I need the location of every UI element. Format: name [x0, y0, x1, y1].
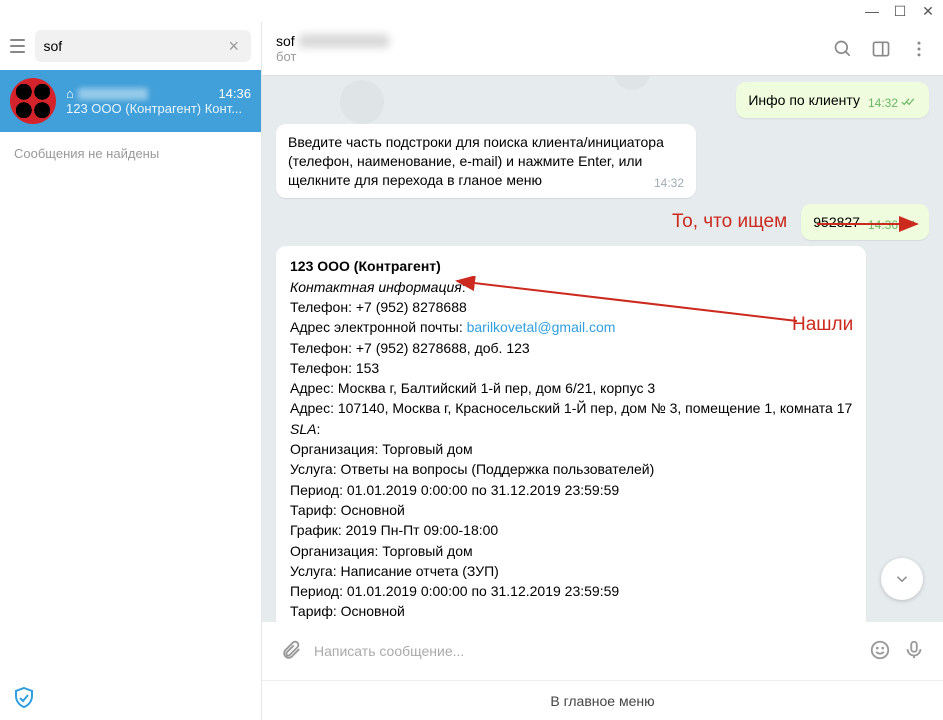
maximize-button[interactable]: ☐ — [893, 4, 907, 18]
read-ticks-icon — [901, 217, 917, 233]
chat-preview: 123 ООО (Контрагент) Конт... — [66, 101, 251, 116]
message-outgoing[interactable]: Инфо по клиенту 14:32 — [736, 82, 929, 118]
chat-avatar — [10, 78, 56, 124]
message-incoming[interactable]: Введите часть подстроки для поиска клиен… — [276, 124, 696, 198]
bot-icon: ⌂ — [66, 86, 74, 101]
info-card[interactable]: 123 ООО (Контрагент) Контактная информац… — [276, 246, 866, 622]
card-line: Телефон: +7 (952) 8278688, доб. 123 — [290, 338, 852, 358]
message-input[interactable] — [308, 637, 863, 665]
microphone-icon[interactable] — [897, 639, 931, 664]
card-line: Адрес: Москва г, Балтийский 1-й пер, дом… — [290, 378, 852, 398]
clear-search-icon[interactable]: × — [224, 36, 243, 57]
card-line: Период: 01.01.2019 0:00:00 по 31.12.2019… — [290, 480, 852, 500]
chat-title-prefix: sof — [276, 33, 295, 49]
chat-name-redacted — [78, 88, 148, 100]
window-titlebar: — ☐ ✕ — [0, 0, 943, 22]
attach-icon[interactable] — [274, 639, 308, 664]
main-menu-button[interactable]: В главное меню — [262, 680, 943, 720]
minimize-button[interactable]: — — [865, 4, 879, 18]
message-text: Инфо по клиенту — [748, 92, 860, 108]
card-line: Услуга: Ответы на вопросы (Поддержка пол… — [290, 459, 852, 479]
chat-list-item[interactable]: ⌂ 14:36 123 ООО (Контрагент) Конт... — [0, 70, 261, 132]
read-ticks-icon — [901, 95, 917, 111]
search-input[interactable] — [43, 38, 224, 54]
chevron-down-icon — [893, 570, 911, 588]
chat-title-redacted — [299, 34, 389, 48]
card-line: Тариф: Основной — [290, 601, 852, 621]
security-shield-icon — [12, 686, 36, 710]
chat-header: sof бот — [262, 22, 943, 76]
card-line: Услуга: Написание отчета (ЗУП) — [290, 561, 852, 581]
close-button[interactable]: ✕ — [921, 4, 935, 18]
sidebar-empty-text: Сообщения не найдены — [0, 132, 261, 175]
card-line: Организация: Торговый дом — [290, 439, 852, 459]
scroll-down-button[interactable] — [881, 558, 923, 600]
message-time: 14:36 — [868, 217, 898, 233]
message-time: 14:32 — [868, 95, 898, 111]
message-text: Введите часть подстроки для поиска клиен… — [288, 134, 664, 188]
message-time: 14:32 — [654, 175, 684, 191]
composer — [262, 622, 943, 680]
search-icon[interactable] — [833, 39, 853, 59]
card-line: Тариф: Основной — [290, 500, 852, 520]
card-line: График: 2019 Пн-Пт 09:00-18:00 — [290, 520, 852, 540]
panel-icon[interactable] — [871, 39, 891, 59]
card-line: Телефон: +7 (952) 8278688 — [290, 297, 852, 317]
more-icon[interactable] — [909, 39, 929, 59]
contact-label: Контактная информация — [290, 279, 462, 295]
sla-label: SLA — [290, 421, 316, 437]
menu-icon[interactable] — [10, 39, 25, 53]
chat-time: 14:36 — [218, 86, 251, 101]
message-text: 952827 — [813, 214, 860, 230]
sidebar: × ⌂ 14:36 123 ООО (Контрагент) Конт... — [0, 22, 262, 720]
card-line: Телефон: 153 — [290, 358, 852, 378]
card-line: Адрес: 107140, Москва г, Красносельский … — [290, 398, 852, 418]
emoji-icon[interactable] — [863, 639, 897, 664]
card-line: Организация: Торговый дом — [290, 541, 852, 561]
card-title: 123 ООО (Контрагент) — [290, 256, 852, 276]
email-label: Адрес электронной почты: — [290, 319, 467, 335]
search-box: × — [35, 30, 251, 62]
chat-subtitle: бот — [276, 49, 389, 64]
card-line: Период: 01.01.2019 0:00:00 по 31.12.2019… — [290, 581, 852, 601]
message-outgoing[interactable]: 952827 14:36 — [801, 204, 929, 240]
card-email-link[interactable]: barilkovetal@gmail.com — [467, 319, 616, 335]
